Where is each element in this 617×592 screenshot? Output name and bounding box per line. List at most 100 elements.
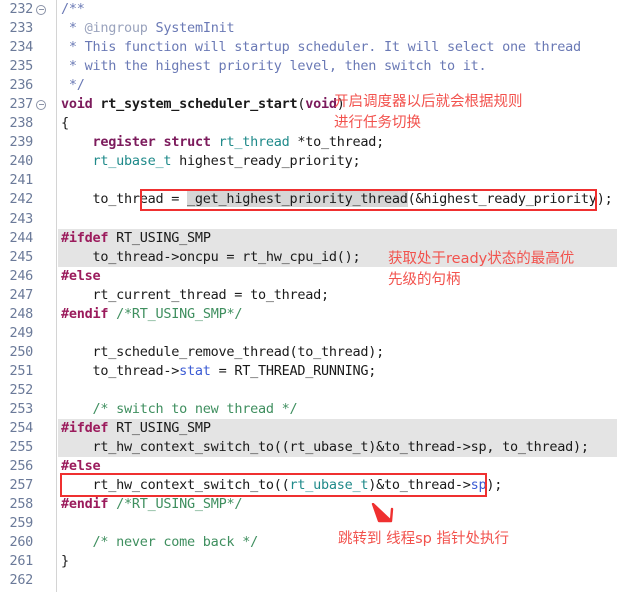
gutter-row[interactable]: 240 [0, 152, 56, 171]
gutter-row[interactable]: 233 [0, 19, 56, 38]
code-line[interactable] [58, 324, 617, 343]
gutter-row[interactable]: 241 [0, 171, 56, 190]
code-token: #ifdef [61, 420, 109, 437]
gutter-row[interactable]: 248 [0, 305, 56, 324]
gutter-row[interactable]: 247 [0, 286, 56, 305]
code-fold-collapse-icon[interactable] [36, 4, 46, 15]
line-number: 247 [9, 286, 34, 303]
code-line[interactable]: to_thread = _get_highest_priority_thread… [58, 190, 617, 209]
code-token: #endif [61, 305, 109, 322]
gutter-row[interactable]: 253 [0, 400, 56, 419]
code-token: * with the highest priority level, then … [61, 58, 487, 75]
code-token: rt_thread [218, 134, 290, 151]
annotation-line: 获取处于ready状态的最高优 [388, 251, 575, 267]
code-line[interactable]: rt_hw_context_switch_to((rt_ubase_t)&to_… [58, 476, 617, 495]
gutter-row[interactable]: 261 [0, 552, 56, 571]
gutter-row[interactable]: 239 [0, 133, 56, 152]
gutter-row[interactable]: 251 [0, 362, 56, 381]
line-number: 260 [9, 534, 34, 551]
code-token: /* never come back */ [92, 534, 259, 551]
line-number: 237 [9, 96, 34, 113]
code-token: ); [486, 477, 503, 494]
line-number: 245 [9, 248, 34, 265]
line-number-gutter[interactable]: 232 233 234 235 236 237 238 239 240 241 242 243 244 2… [0, 0, 57, 592]
code-line[interactable]: #endif /*RT_USING_SMP*/ [58, 495, 617, 514]
gutter-row[interactable]: 237 [0, 95, 56, 114]
code-content[interactable]: /** * @ingroup SystemInit * This functio… [58, 0, 617, 592]
line-number: 259 [9, 515, 34, 532]
code-line[interactable]: #endif /*RT_USING_SMP*/ [58, 305, 617, 324]
code-line[interactable]: rt_schedule_remove_thread(to_thread); [58, 343, 617, 362]
gutter-row[interactable]: 260 [0, 533, 56, 552]
gutter-row[interactable]: 238 [0, 114, 56, 133]
code-token: /*RT_USING_SMP*/ [108, 496, 243, 513]
code-line[interactable]: rt_ubase_t highest_ready_priority; [58, 152, 617, 171]
line-number: 255 [9, 439, 34, 456]
gutter-row[interactable]: 245 [0, 248, 56, 267]
code-token: RT_USING_SMP [108, 229, 211, 246]
gutter-row[interactable]: 246 [0, 267, 56, 286]
annotation-line: 跳转到 线程sp 指针处执行 [338, 531, 509, 547]
gutter-row[interactable]: 255 [0, 438, 56, 457]
code-line[interactable] [58, 171, 617, 190]
code-line[interactable]: rt_hw_context_switch_to((rt_ubase_t)&to_… [58, 438, 617, 458]
gutter-row[interactable]: 234 [0, 38, 56, 57]
gutter-row[interactable]: 256 [0, 457, 56, 476]
gutter-row[interactable]: 262 [0, 571, 56, 590]
line-number: 261 [9, 553, 34, 570]
line-number: 241 [9, 172, 34, 189]
code-line[interactable]: } [58, 552, 617, 571]
annotation-line: 先级的句柄 [388, 272, 461, 288]
code-line[interactable] [58, 210, 617, 229]
code-line[interactable]: #else [58, 457, 617, 476]
line-number: 256 [9, 458, 34, 475]
code-line[interactable] [58, 381, 617, 400]
gutter-row[interactable]: 252 [0, 381, 56, 400]
line-number: 242 [9, 191, 34, 208]
code-token: /* switch to new thread */ [92, 400, 298, 417]
line-number: 248 [9, 305, 34, 322]
code-line[interactable]: * @ingroup SystemInit [58, 19, 617, 38]
gutter-row[interactable]: 236 [0, 76, 56, 95]
gutter-row[interactable]: 259 [0, 514, 56, 533]
gutter-row[interactable]: 244 [0, 229, 56, 248]
code-token: to_thread->oncpu = rt_hw_cpu_id(); [61, 248, 361, 265]
code-token: register [92, 134, 156, 151]
code-line[interactable]: register struct rt_thread *to_thread; [58, 133, 617, 152]
gutter-row[interactable]: 250 [0, 343, 56, 362]
line-number: 262 [9, 572, 34, 589]
line-number: 240 [9, 153, 34, 170]
gutter-row[interactable]: 258 [0, 495, 56, 514]
code-line[interactable]: * with the highest priority level, then … [58, 57, 617, 76]
line-number: 234 [9, 39, 34, 56]
code-token: @ingroup [84, 20, 148, 37]
line-number: 252 [9, 381, 34, 398]
gutter-row[interactable]: 249 [0, 324, 56, 343]
code-line[interactable]: #ifdef RT_USING_SMP [58, 419, 617, 439]
code-token: rt_hw_context_switch_to((rt_ubase_t)&to_… [61, 439, 590, 456]
code-line[interactable]: #ifdef RT_USING_SMP [58, 228, 617, 248]
gutter-row[interactable]: 235 [0, 57, 56, 76]
gutter-row[interactable]: 254 [0, 419, 56, 438]
code-token: * This function will startup scheduler. … [61, 39, 581, 56]
gutter-row[interactable]: 243 [0, 210, 56, 229]
gutter-row[interactable]: 257 [0, 476, 56, 495]
code-line[interactable] [58, 571, 617, 590]
annotation-line: 开启调度器以后就会根据规则 [334, 94, 523, 110]
code-line[interactable]: * This function will startup scheduler. … [58, 38, 617, 57]
line-number: 251 [9, 362, 34, 379]
code-line[interactable]: to_thread->stat = RT_THREAD_RUNNING; [58, 362, 617, 381]
line-number: 246 [9, 267, 34, 284]
code-token: void [61, 96, 93, 113]
code-editor[interactable]: 232 233 234 235 236 237 238 239 240 241 242 243 244 2… [0, 0, 617, 592]
gutter-row[interactable]: 242 [0, 190, 56, 209]
line-number: 238 [9, 115, 34, 132]
line-number: 233 [9, 20, 34, 37]
code-line[interactable]: /** [58, 0, 617, 19]
code-line[interactable]: /* switch to new thread */ [58, 400, 617, 419]
code-fold-collapse-icon[interactable] [36, 99, 46, 110]
gutter-row[interactable]: 232 [0, 0, 56, 19]
